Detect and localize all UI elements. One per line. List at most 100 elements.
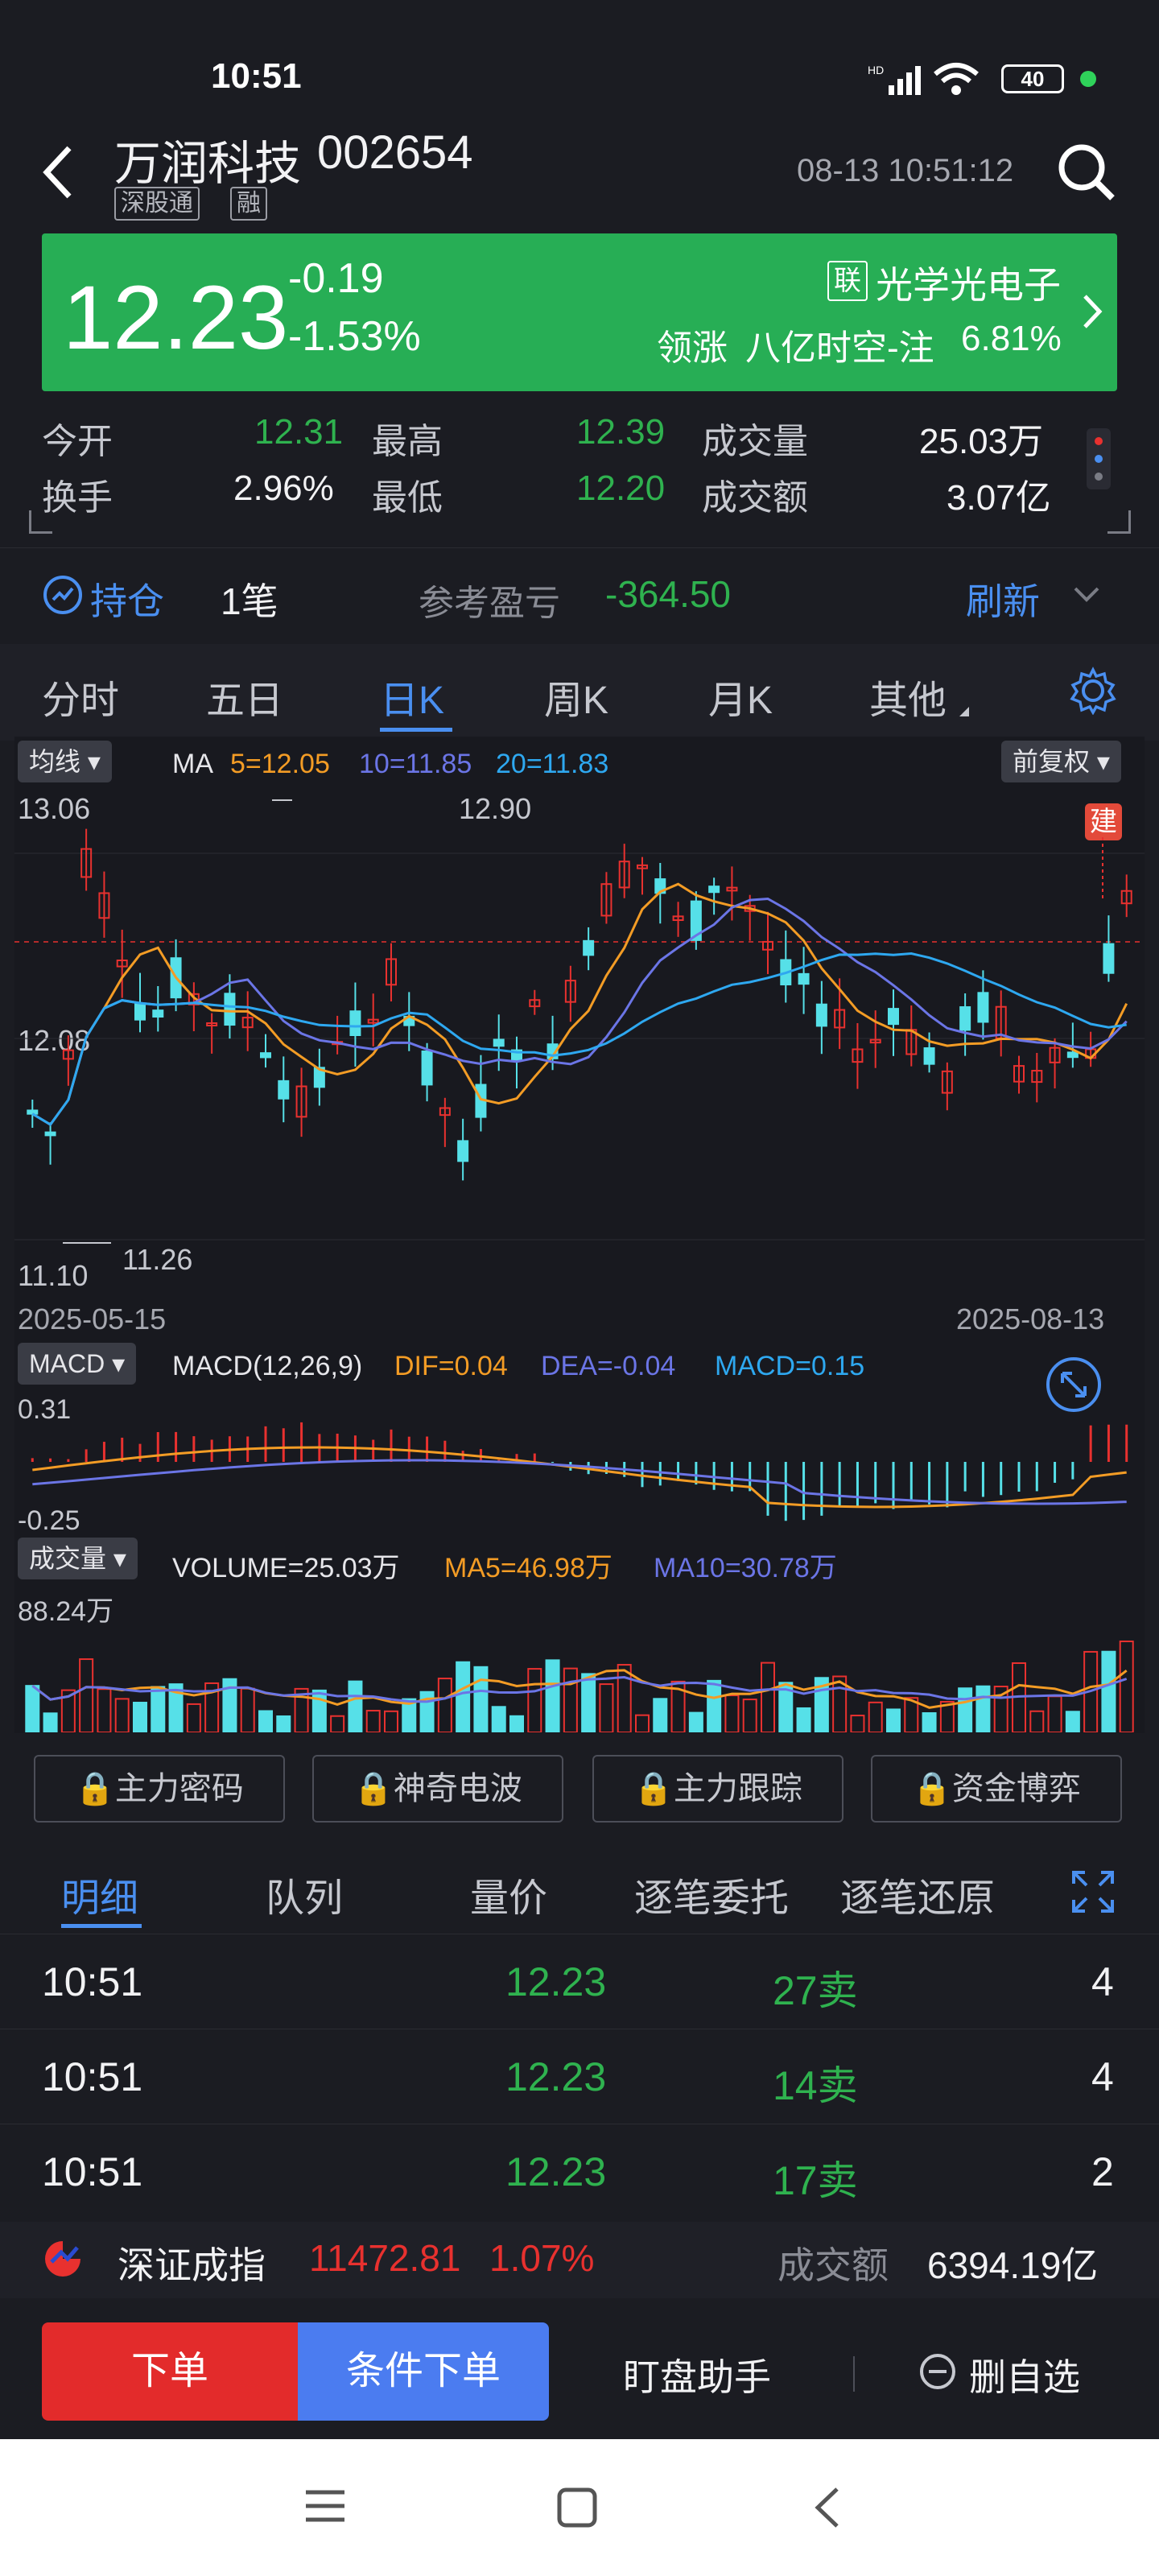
divider <box>853 2356 855 2392</box>
trade-price: 12.23 <box>505 2149 607 2194</box>
volume-label: VOLUME=25.03万 <box>172 1553 400 1583</box>
macd-dropdown[interactable]: MACD ▾ <box>18 1343 137 1385</box>
tool-fund-game-button[interactable]: 🔒资金博弈 <box>871 1755 1122 1823</box>
tab-daily-k[interactable]: 日K <box>380 668 444 724</box>
tab-intraday[interactable]: 分时 <box>42 668 119 724</box>
quote-datetime: 08-13 10:51:12 <box>797 153 1014 188</box>
volume-bar <box>922 1712 937 1732</box>
stock-name: 万润科技 <box>114 138 302 190</box>
table-row: 10:51 12.23 17卖 2 <box>0 2124 1159 2219</box>
volume-bar <box>509 1715 524 1732</box>
tab-queue[interactable]: 队列 <box>266 1866 343 1922</box>
open-value: 12.31 <box>254 412 344 452</box>
ma20-line <box>31 952 1127 1126</box>
tab-weekly-k[interactable]: 周K <box>544 668 608 724</box>
volume-bar <box>1119 1640 1134 1732</box>
price-change: -0.19 <box>288 255 384 302</box>
menu-icon[interactable] <box>303 2486 348 2530</box>
candle-body <box>798 972 810 985</box>
tab-detail[interactable]: 明细 <box>61 1866 138 1922</box>
lock-icon: 🔒 <box>633 1771 674 1806</box>
minus-circle-icon <box>920 2354 955 2389</box>
ma-label: MA <box>172 749 213 779</box>
active-tab-indicator <box>380 728 452 732</box>
volume-bar <box>311 1689 327 1732</box>
price-bar[interactable]: 12.23 -0.19 -1.53% 联 光学光电子 领涨 八亿时空-注 6.8… <box>42 233 1117 391</box>
volume-dropdown[interactable]: 成交量 ▾ <box>18 1538 138 1579</box>
adjust-dropdown[interactable]: 前复权 ▾ <box>1001 741 1121 782</box>
leader-name: 八亿时空-注 <box>745 328 934 368</box>
macd-dif: DIF=0.04 <box>394 1351 508 1381</box>
volume-bar <box>258 1710 273 1732</box>
notification-dot-icon <box>1080 71 1096 87</box>
monitor-assistant-button[interactable]: 盯盘助手 <box>623 2348 771 2401</box>
ma20-value: 20=11.83 <box>496 749 609 779</box>
volume-bar <box>707 1679 722 1732</box>
volume-bar <box>348 1680 363 1732</box>
chevron-down-icon[interactable] <box>1070 584 1103 612</box>
volume-bar <box>581 1673 596 1732</box>
tab-other[interactable]: 其他 <box>869 668 947 724</box>
concept-badge: 联 <box>827 261 868 301</box>
conditional-order-button[interactable]: 条件下单 <box>298 2322 549 2421</box>
tab-tick-restore[interactable]: 逐笔还原 <box>840 1866 995 1922</box>
candle-body <box>888 1008 899 1026</box>
refresh-button[interactable]: 刷新 <box>966 572 1040 625</box>
trade-volume: 17卖 <box>773 2158 858 2203</box>
volume-bar <box>276 1715 291 1732</box>
volume-bar <box>1065 1711 1080 1732</box>
ma-dropdown[interactable]: 均线 ▾ <box>18 741 112 782</box>
index-logo-icon <box>40 2238 85 2282</box>
tool-label: 主力密码 <box>114 1771 244 1806</box>
trade-volume: 27卖 <box>773 1968 858 2013</box>
volume-bar <box>473 1666 489 1732</box>
volume-bar <box>527 1668 542 1732</box>
home-icon[interactable] <box>555 2486 599 2533</box>
tool-main-track-button[interactable]: 🔒主力跟踪 <box>592 1755 843 1823</box>
fullscreen-icon[interactable] <box>1070 1869 1116 1918</box>
tool-magic-wave-button[interactable]: 🔒神奇电波 <box>312 1755 563 1823</box>
index-amount: 6394.19亿 <box>927 2244 1099 2286</box>
pnl-value: -364.50 <box>605 573 732 615</box>
status-time: 10:51 <box>211 56 302 96</box>
candle-body <box>349 1010 361 1036</box>
trade-time: 10:51 <box>42 2149 143 2194</box>
volume-bar <box>151 1686 166 1732</box>
tab-volume-price[interactable]: 量价 <box>470 1866 547 1922</box>
settings-gear-icon[interactable] <box>1069 667 1117 719</box>
back-button[interactable] <box>39 140 79 204</box>
corner-br-icon <box>1107 510 1131 534</box>
detail-tabs: 明细 队列 量价 逐笔委托 逐笔还原 <box>0 1843 1159 1932</box>
volume-bar <box>796 1707 811 1732</box>
position-row[interactable]: 持仓 1笔 参考盈亏 -364.50 刷新 <box>0 547 1159 637</box>
order-button[interactable]: 下单 <box>42 2322 298 2421</box>
low-label: 最低 <box>372 478 443 518</box>
badge-margin: 融 <box>230 187 267 221</box>
signal-icon: HD <box>868 63 924 101</box>
candle-body <box>583 939 595 956</box>
trade-count: 4 <box>1091 2054 1114 2099</box>
volume-bar <box>653 1698 668 1732</box>
tab-other-triangle-icon <box>959 707 969 716</box>
volume-ma5: MA5=46.98万 <box>444 1553 612 1583</box>
volume-bar <box>1101 1650 1116 1732</box>
wifi-icon <box>932 61 980 101</box>
lock-icon: 🔒 <box>912 1771 952 1806</box>
high-label: 最高 <box>372 422 443 461</box>
tool-main-code-button[interactable]: 🔒主力密码 <box>34 1755 285 1823</box>
volume-bar <box>97 1688 112 1732</box>
open-label: 今开 <box>42 422 113 461</box>
nav-back-icon[interactable] <box>811 2484 843 2535</box>
more-dots-icon[interactable] <box>1087 428 1111 489</box>
tab-monthly-k[interactable]: 月K <box>708 668 773 724</box>
tab-order-by-order[interactable]: 逐笔委托 <box>634 1866 789 1922</box>
candle-body <box>977 992 989 1023</box>
tab-five-day[interactable]: 五日 <box>206 668 283 724</box>
index-ticker[interactable]: 深证成指 11472.81 1.07% 成交额 6394.19亿 <box>0 2222 1159 2302</box>
candle-body <box>1066 1051 1079 1059</box>
volume-bar <box>25 1685 40 1732</box>
search-icon[interactable] <box>1054 140 1119 204</box>
amount-label: 成交额 <box>702 478 808 518</box>
volume-bar <box>456 1661 471 1732</box>
turnover-value: 2.96% <box>233 469 334 508</box>
